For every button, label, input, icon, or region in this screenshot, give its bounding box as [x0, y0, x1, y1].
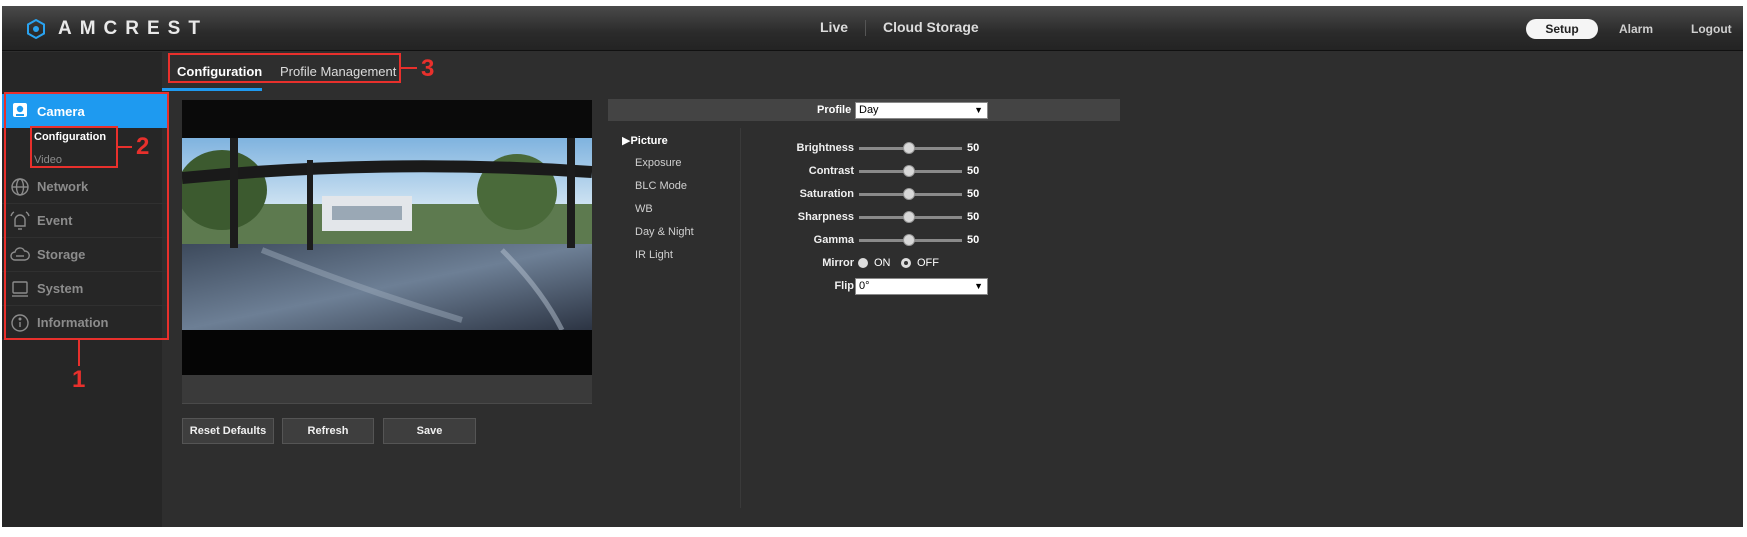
amcrest-logo-icon — [27, 19, 45, 39]
profile-select-value: Day — [859, 104, 879, 116]
alarm-link[interactable]: Alarm — [1619, 22, 1653, 36]
nav-cloud-storage[interactable]: Cloud Storage — [883, 19, 979, 35]
video-preview[interactable] — [182, 100, 592, 375]
mirror-off-radio[interactable] — [901, 258, 911, 268]
contrast-value: 50 — [967, 165, 980, 177]
reset-defaults-button[interactable]: Reset Defaults — [182, 418, 274, 444]
flip-label: Flip — [834, 280, 854, 292]
sharpness-value: 50 — [967, 211, 980, 223]
saturation-slider-knob[interactable] — [903, 188, 915, 200]
annotation-line-2 — [118, 146, 132, 148]
dropdown-arrow-icon: ▼ — [974, 281, 983, 291]
dropdown-arrow-icon: ▼ — [974, 105, 983, 115]
annotation-line-1 — [78, 340, 80, 366]
annotation-label-3: 3 — [421, 55, 435, 82]
saturation-label: Saturation — [799, 188, 854, 200]
menu-wb[interactable]: WB — [635, 203, 653, 215]
save-button[interactable]: Save — [383, 418, 476, 444]
annotation-box-2 — [30, 126, 118, 168]
annotation-label-2: 2 — [136, 133, 150, 160]
profile-label: Profile — [817, 104, 852, 116]
video-image — [182, 138, 592, 375]
annotation-label-1: 1 — [72, 366, 86, 393]
mirror-label: Mirror — [822, 257, 854, 269]
logo: AMCREST — [26, 18, 208, 40]
sharpness-label: Sharpness — [797, 211, 854, 223]
annotation-box-3 — [168, 53, 401, 83]
menu-ir-light[interactable]: IR Light — [635, 249, 673, 261]
gamma-value: 50 — [967, 234, 980, 246]
gamma-slider-knob[interactable] — [903, 234, 915, 246]
contrast-slider-knob[interactable] — [903, 165, 915, 177]
mirror-on-radio[interactable] — [858, 258, 868, 268]
sharpness-slider-knob[interactable] — [903, 211, 915, 223]
flip-select[interactable]: 0° ▼ — [855, 278, 988, 295]
menu-divider — [740, 128, 741, 508]
app-window: AMCREST Live Cloud Storage Setup Alarm L… — [2, 6, 1743, 527]
brightness-label: Brightness — [796, 142, 854, 154]
menu-blc-mode[interactable]: BLC Mode — [635, 180, 687, 192]
flip-select-value: 0° — [859, 280, 870, 292]
gamma-label: Gamma — [813, 234, 854, 246]
refresh-button[interactable]: Refresh — [282, 418, 374, 444]
logout-link[interactable]: Logout — [1691, 22, 1732, 36]
video-toolbar — [182, 375, 592, 404]
nav-live[interactable]: Live — [820, 19, 848, 35]
active-tab-indicator — [162, 88, 262, 91]
brightness-slider-knob[interactable] — [903, 142, 915, 154]
profile-select[interactable]: Day ▼ — [855, 102, 988, 119]
saturation-value: 50 — [967, 188, 980, 200]
menu-day-night[interactable]: Day & Night — [635, 226, 694, 238]
menu-picture-label: Picture — [630, 135, 668, 147]
mirror-on-label: ON — [874, 257, 891, 269]
brightness-value: 50 — [967, 142, 980, 154]
menu-picture[interactable]: ▶Picture — [622, 134, 668, 147]
mirror-off-label: OFF — [917, 257, 939, 269]
annotation-line-3 — [401, 67, 417, 69]
top-bar: AMCREST Live Cloud Storage Setup Alarm L… — [2, 6, 1743, 51]
nav-divider — [865, 20, 866, 36]
logo-text: AMCREST — [58, 18, 208, 39]
contrast-label: Contrast — [808, 165, 854, 177]
menu-exposure[interactable]: Exposure — [635, 157, 681, 169]
setup-button[interactable]: Setup — [1526, 19, 1598, 39]
